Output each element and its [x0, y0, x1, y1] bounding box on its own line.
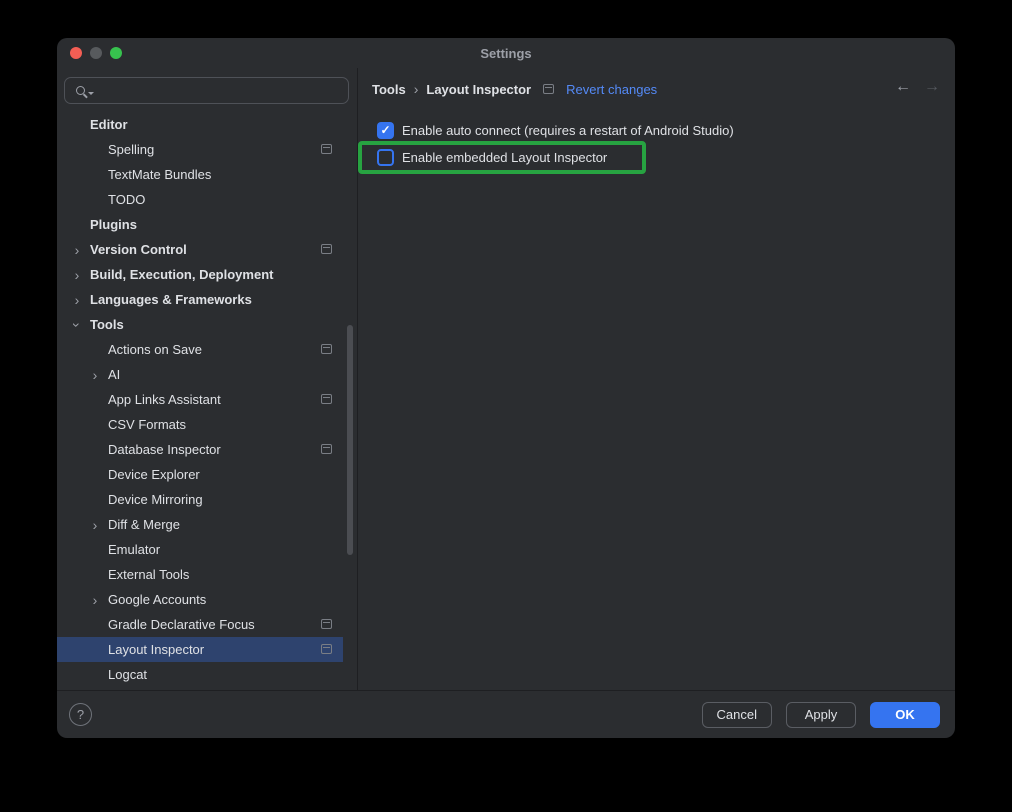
window-title: Settings [480, 46, 531, 61]
chevron-down-icon[interactable]: › [70, 318, 84, 332]
sidebar-item-emulator[interactable]: Emulator [57, 537, 343, 562]
sidebar-item-label: App Links Assistant [108, 392, 221, 407]
sidebar-item-label: Editor [90, 117, 128, 132]
settings-sidebar: Editor Spelling TextMate Bundles TODO Plugin… [57, 68, 358, 690]
sidebar-item-external-tools[interactable]: External Tools [57, 562, 343, 587]
sidebar-item-logcat[interactable]: Logcat [57, 662, 343, 687]
sidebar-item-editor[interactable]: Editor [57, 112, 343, 137]
sidebar-item-todo[interactable]: TODO [57, 187, 343, 212]
sidebar-item-spelling[interactable]: Spelling [57, 137, 343, 162]
settings-dialog: Settings Editor Spelling TextMate Bundles T… [57, 38, 955, 738]
sidebar-item-diff-merge[interactable]: › Diff & Merge [57, 512, 343, 537]
window-icon [321, 244, 332, 254]
minimize-icon [90, 47, 102, 59]
sidebar-scrollbar[interactable] [347, 325, 353, 555]
back-arrow-icon[interactable]: ← [895, 78, 911, 96]
chevron-right-icon[interactable]: › [70, 243, 84, 257]
forward-arrow-icon: → [924, 78, 940, 96]
dialog-footer: ? Cancel Apply OK [57, 690, 955, 738]
sidebar-item-label: AI [108, 367, 120, 382]
chevron-right-icon: › [414, 81, 419, 97]
help-button[interactable]: ? [69, 703, 92, 726]
close-icon[interactable] [70, 47, 82, 59]
sidebar-item-label: TODO [108, 192, 145, 207]
revert-changes-link[interactable]: Revert changes [566, 82, 657, 97]
sidebar-item-plugins[interactable]: Plugins [57, 212, 343, 237]
desktop-background: Settings Editor Spelling TextMate Bundles T… [0, 0, 1012, 812]
sidebar-item-label: Google Accounts [108, 592, 206, 607]
sidebar-item-label: Tools [90, 317, 124, 332]
chevron-right-icon[interactable]: › [70, 293, 84, 307]
cancel-button[interactable]: Cancel [702, 702, 772, 728]
search-icon [76, 86, 85, 95]
sidebar-item-languages-frameworks[interactable]: › Languages & Frameworks [57, 287, 343, 312]
sidebar-item-label: Spelling [108, 142, 154, 157]
highlight-box: Enable embedded Layout Inspector [358, 141, 646, 174]
auto-connect-checkbox-row[interactable]: Enable auto connect (requires a restart … [377, 122, 734, 139]
traffic-lights [70, 47, 122, 59]
sidebar-item-actions-on-save[interactable]: Actions on Save [57, 337, 343, 362]
search-field[interactable] [64, 77, 349, 104]
search-input[interactable] [97, 78, 348, 103]
apply-button[interactable]: Apply [786, 702, 856, 728]
sidebar-item-tools[interactable]: › Tools [57, 312, 343, 337]
sidebar-item-label: Emulator [108, 542, 160, 557]
zoom-icon[interactable] [110, 47, 122, 59]
chevron-right-icon[interactable]: › [70, 268, 84, 282]
embedded-inspector-checkbox-row[interactable]: Enable embedded Layout Inspector [377, 149, 607, 166]
sidebar-item-device-mirroring[interactable]: Device Mirroring [57, 487, 343, 512]
history-arrows: ← → [895, 78, 940, 96]
embedded-inspector-checkbox[interactable] [377, 149, 394, 166]
sidebar-item-gradle-declarative-focus[interactable]: Gradle Declarative Focus [57, 612, 343, 637]
sidebar-item-label: TextMate Bundles [108, 167, 211, 182]
sidebar-item-label: Database Inspector [108, 442, 221, 457]
sidebar-item-version-control[interactable]: › Version Control [57, 237, 343, 262]
window-icon [321, 394, 332, 404]
sidebar-item-device-explorer[interactable]: Device Explorer [57, 462, 343, 487]
window-icon [321, 144, 332, 154]
window-icon [321, 344, 332, 354]
sidebar-item-textmate-bundles[interactable]: TextMate Bundles [57, 162, 343, 187]
ok-button[interactable]: OK [870, 702, 940, 728]
sidebar-item-ai[interactable]: › AI [57, 362, 343, 387]
sidebar-item-label: Device Explorer [108, 467, 200, 482]
breadcrumb-tools[interactable]: Tools [372, 82, 406, 97]
sidebar-item-label: Diff & Merge [108, 517, 180, 532]
breadcrumb-layout-inspector: Layout Inspector [426, 82, 531, 97]
breadcrumb: Tools › Layout Inspector Revert changes [372, 81, 657, 97]
sidebar-item-label: Version Control [90, 242, 187, 257]
sidebar-item-label: Device Mirroring [108, 492, 203, 507]
sidebar-item-label: Layout Inspector [108, 642, 204, 657]
sidebar-item-label: External Tools [108, 567, 189, 582]
settings-tree: Editor Spelling TextMate Bundles TODO Plugin… [57, 112, 358, 687]
embedded-inspector-label: Enable embedded Layout Inspector [402, 150, 607, 165]
window-icon [321, 444, 332, 454]
auto-connect-label: Enable auto connect (requires a restart … [402, 123, 734, 138]
sidebar-item-csv-formats[interactable]: CSV Formats [57, 412, 343, 437]
sidebar-item-build-execution-deployment[interactable]: › Build, Execution, Deployment [57, 262, 343, 287]
sidebar-item-database-inspector[interactable]: Database Inspector [57, 437, 343, 462]
sidebar-item-label: Languages & Frameworks [90, 292, 252, 307]
titlebar[interactable]: Settings [57, 38, 955, 68]
sidebar-item-label: Gradle Declarative Focus [108, 617, 255, 632]
search-options-caret-icon[interactable] [88, 92, 94, 95]
chevron-right-icon[interactable]: › [88, 368, 102, 382]
sidebar-item-label: Build, Execution, Deployment [90, 267, 273, 282]
auto-connect-checkbox[interactable] [377, 122, 394, 139]
window-icon [321, 619, 332, 629]
sidebar-item-label: Actions on Save [108, 342, 202, 357]
settings-panel: Tools › Layout Inspector Revert changes … [358, 68, 955, 690]
chevron-right-icon[interactable]: › [88, 518, 102, 532]
window-icon [321, 644, 332, 654]
sidebar-item-layout-inspector[interactable]: Layout Inspector [57, 637, 343, 662]
sidebar-item-label: Logcat [108, 667, 147, 682]
sidebar-item-app-links-assistant[interactable]: App Links Assistant [57, 387, 343, 412]
sidebar-item-label: CSV Formats [108, 417, 186, 432]
sidebar-item-google-accounts[interactable]: › Google Accounts [57, 587, 343, 612]
chevron-right-icon[interactable]: › [88, 593, 102, 607]
sidebar-item-label: Plugins [90, 217, 137, 232]
window-icon [543, 84, 554, 94]
